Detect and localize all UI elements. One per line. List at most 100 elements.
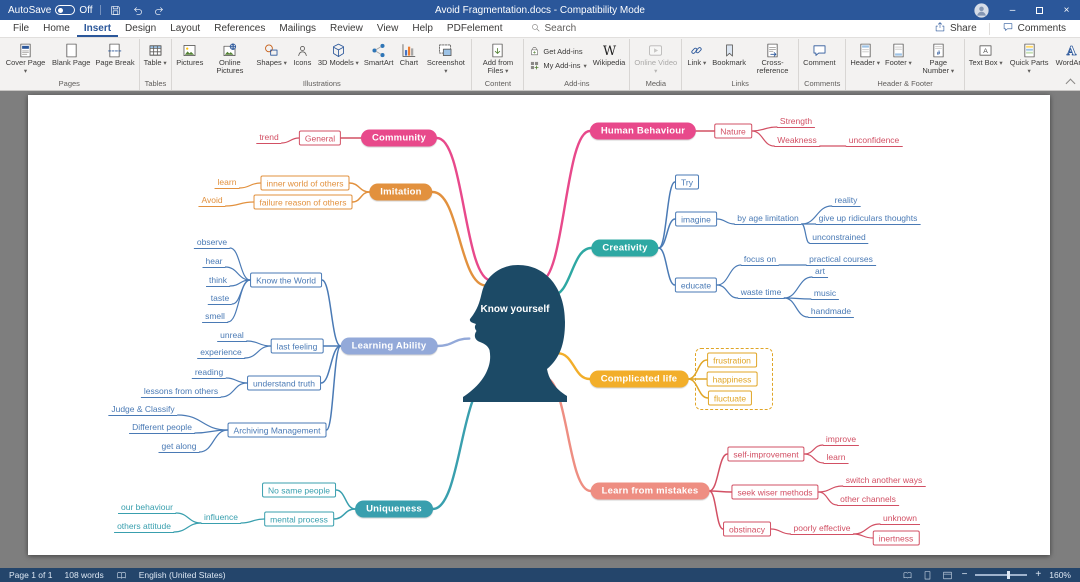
ribbon-button-comment[interactable]: Comment: [801, 39, 838, 79]
mindmap-node-failure-reason-of-others[interactable]: failure reason of others: [253, 194, 353, 210]
mindmap-node-taste[interactable]: taste: [207, 293, 233, 305]
mindmap-node-smell[interactable]: smell: [202, 311, 228, 323]
mindmap-node-learn[interactable]: learn: [214, 177, 240, 189]
mindmap-node-lessons-from-others[interactable]: lessons from others: [140, 386, 222, 398]
ribbon-button-cover-page[interactable]: Cover Page ▾: [2, 39, 49, 79]
mindmap-node-fluctuate[interactable]: fluctuate: [707, 390, 753, 406]
mindmap-node-reality[interactable]: reality: [831, 195, 861, 207]
mindmap-node-community[interactable]: Community: [360, 129, 438, 147]
autosave-toggle[interactable]: AutoSave Off: [8, 5, 93, 16]
mindmap-node-uniqueness[interactable]: Uniqueness: [355, 500, 433, 518]
mindmap-node-imitation[interactable]: Imitation: [369, 183, 433, 201]
mindmap-node-unknown[interactable]: unknown: [879, 513, 921, 525]
mindmap-node-archiving-management[interactable]: Archiving Management: [227, 422, 327, 438]
language-indicator[interactable]: English (United States): [139, 570, 226, 580]
mindmap-node-get-along[interactable]: get along: [158, 441, 200, 453]
maximize-button[interactable]: [1026, 0, 1053, 20]
mindmap-node-music[interactable]: music: [810, 288, 840, 300]
ribbon-button-quick-parts[interactable]: Quick Parts ▾: [1006, 39, 1053, 80]
mindmap-node-different-people[interactable]: Different people: [129, 422, 195, 434]
mindmap-node-unconfidence[interactable]: unconfidence: [845, 135, 903, 147]
mindmap-node-learn-from-mistakes[interactable]: Learn from mistakes: [590, 482, 710, 500]
mindmap-node-improve[interactable]: improve: [822, 434, 860, 446]
save-icon[interactable]: [108, 3, 123, 18]
mindmap-node-others-attitude[interactable]: others attitude: [114, 521, 174, 533]
read-mode-button[interactable]: [901, 569, 914, 582]
mindmap-node-reading[interactable]: reading: [191, 367, 227, 379]
ribbon-button-online-pictures[interactable]: Online Pictures: [206, 39, 253, 79]
mindmap-node-strength[interactable]: Strength: [776, 116, 816, 128]
ribbon-button-icons[interactable]: Icons: [290, 39, 315, 79]
ribbon-button-my-addins[interactable]: My Add-ins ▾: [526, 60, 589, 73]
zoom-level[interactable]: 160%: [1049, 570, 1071, 580]
tab-design[interactable]: Design: [118, 20, 163, 37]
ribbon-button-cross-reference[interactable]: Cross-reference: [749, 39, 796, 79]
ribbon-button-add-from-files[interactable]: Add from Files ▾: [474, 39, 521, 79]
ribbon-button-page-break[interactable]: Page Break: [93, 39, 136, 79]
tab-pdfelement[interactable]: PDFelement: [440, 20, 510, 37]
tab-layout[interactable]: Layout: [163, 20, 207, 37]
mindmap-node-think[interactable]: think: [206, 275, 230, 287]
print-layout-button[interactable]: [921, 569, 934, 582]
mindmap-node-handmade[interactable]: handmade: [807, 306, 855, 318]
web-layout-button[interactable]: [941, 569, 954, 582]
mindmap-node-happiness[interactable]: happiness: [706, 371, 758, 387]
comments-button[interactable]: Comments: [994, 20, 1074, 37]
ribbon-button-wordart[interactable]: AWordArt ▾: [1054, 39, 1080, 80]
mindmap-node-learning-ability[interactable]: Learning Ability: [340, 337, 438, 355]
share-button[interactable]: Share: [926, 20, 985, 37]
page-indicator[interactable]: Page 1 of 1: [9, 570, 52, 580]
tab-file[interactable]: File: [6, 20, 36, 37]
mindmap-node-try[interactable]: Try: [675, 174, 699, 190]
ribbon-button-footer[interactable]: Footer ▾: [883, 39, 914, 79]
zoom-in-button[interactable]: +: [1034, 570, 1042, 580]
mindmap-node-self-improvement[interactable]: self-improvement: [727, 446, 805, 462]
mindmap-node-unconstrained[interactable]: unconstrained: [809, 232, 869, 244]
zoom-slider-knob[interactable]: [1006, 571, 1010, 579]
mindmap-node-inner-world-of-others[interactable]: inner world of others: [260, 175, 350, 191]
mindmap-node-judge-classify[interactable]: Judge & Classify: [108, 404, 178, 416]
mindmap-node-complicated-life[interactable]: Complicated life: [589, 370, 689, 388]
avatar[interactable]: [974, 2, 989, 18]
mindmap-center-topic[interactable]: Know yourself: [460, 262, 570, 402]
mindmap-node-seek-wiser-methods[interactable]: seek wiser methods: [731, 484, 819, 500]
mindmap-node-no-same-people[interactable]: No same people: [262, 482, 336, 498]
mindmap-node-weakness[interactable]: Weakness: [774, 135, 820, 147]
mindmap-node-waste-time[interactable]: waste time: [737, 287, 785, 299]
mindmap-node-by-age-limitation[interactable]: by age limitation: [734, 213, 802, 225]
close-button[interactable]: ×: [1053, 0, 1080, 20]
ribbon-button-screenshot[interactable]: Screenshot ▾: [422, 39, 469, 79]
tab-insert[interactable]: Insert: [77, 20, 118, 37]
ribbon-button-blank-page[interactable]: Blank Page: [50, 39, 92, 79]
ribbon-button-3d-models[interactable]: 3D Models ▾: [316, 39, 361, 79]
tab-home[interactable]: Home: [36, 20, 77, 37]
undo-icon[interactable]: [130, 3, 145, 18]
ribbon-button-bookmark[interactable]: Bookmark: [710, 39, 748, 79]
mindmap-node-human-behaviour[interactable]: Human Behaviour: [589, 122, 697, 140]
document-page[interactable]: Know yourself Community General trend Imitat…: [28, 95, 1050, 555]
mindmap-node-switch-another-ways[interactable]: switch another ways: [842, 475, 926, 487]
mindmap-node-experience[interactable]: experience: [197, 347, 245, 359]
mindmap-node-hear[interactable]: hear: [202, 256, 226, 268]
mindmap-node-influence[interactable]: influence: [200, 512, 242, 524]
mindmap-node-focus-on[interactable]: focus on: [740, 254, 780, 266]
mindmap-node-general[interactable]: General: [298, 130, 342, 146]
zoom-slider[interactable]: [975, 571, 1028, 579]
ribbon-button-smartart[interactable]: SmartArt: [362, 39, 396, 79]
mindmap-node-know-the-world[interactable]: Know the World: [250, 272, 322, 288]
search-box[interactable]: Search: [530, 22, 576, 36]
mindmap-node-learn-2[interactable]: learn: [823, 452, 849, 464]
mindmap-node-our-behaviour[interactable]: our behaviour: [118, 502, 176, 514]
mindmap-node-give-up-ridiculars-thoughts[interactable]: give up ridiculars thoughts: [815, 213, 921, 225]
ribbon-button-pictures[interactable]: Pictures: [174, 39, 205, 79]
mindmap-node-imagine[interactable]: imagine: [675, 211, 717, 227]
ribbon-button-link[interactable]: Link ▾: [684, 39, 709, 79]
tab-review[interactable]: Review: [323, 20, 370, 37]
mindmap-node-observe[interactable]: observe: [193, 237, 231, 249]
minimize-button[interactable]: –: [999, 0, 1026, 20]
mindmap-node-other-channels[interactable]: other channels: [837, 494, 899, 506]
mindmap-node-avoid[interactable]: Avoid: [198, 195, 226, 207]
proofing-icon[interactable]: [116, 570, 127, 581]
tab-help[interactable]: Help: [405, 20, 440, 37]
word-count[interactable]: 108 words: [64, 570, 103, 580]
